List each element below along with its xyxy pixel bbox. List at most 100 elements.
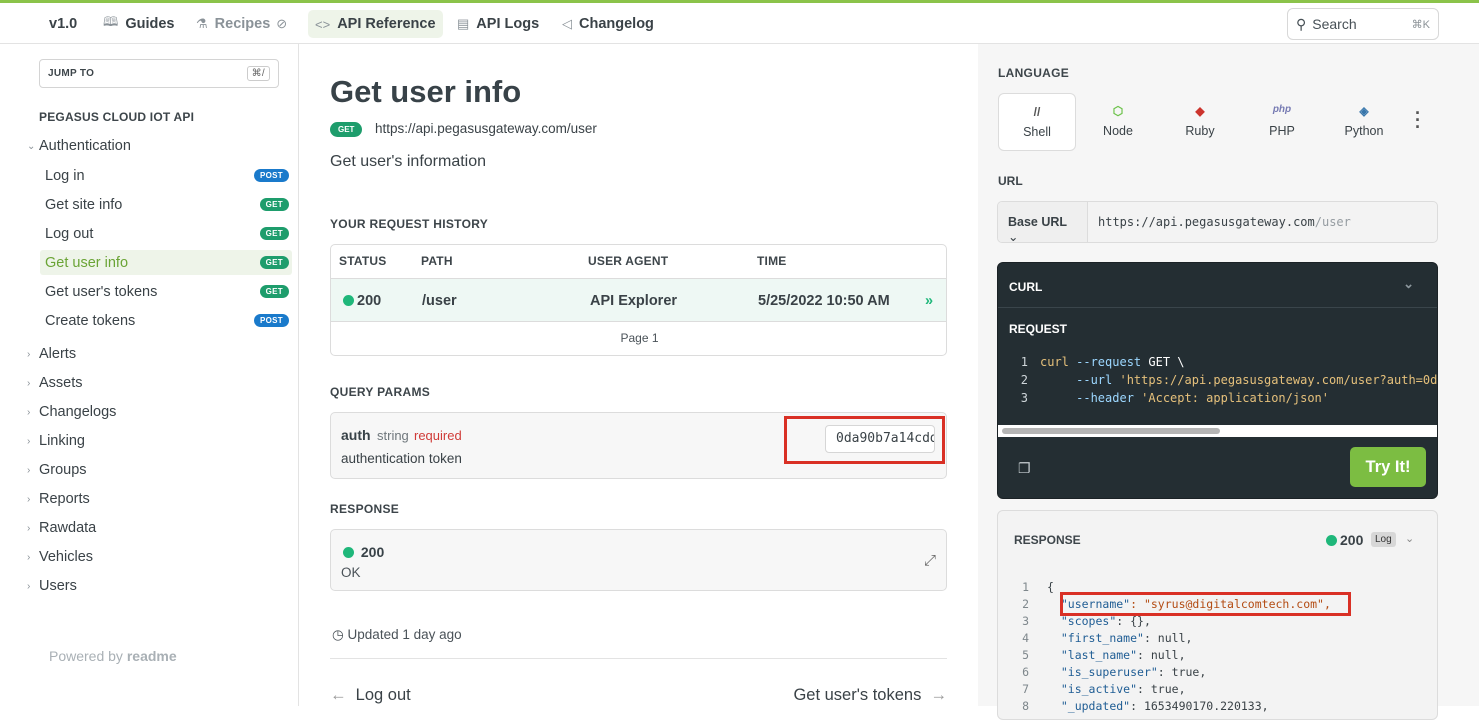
sidebar-section-alerts[interactable]: › Alerts [27,346,76,362]
user-agent-cell: API Explorer [590,293,678,309]
language-tab-node[interactable]: ⬡ Node [1079,93,1157,151]
method-badge: GET [259,285,289,298]
sidebar-section-linking[interactable]: › Linking [27,433,85,449]
sidebar-section-reports[interactable]: › Reports [27,491,90,507]
sidebar-item-get-site-info[interactable]: Get site info GET [40,192,292,217]
chevron-down-icon[interactable]: ⌄ [1405,532,1414,545]
pagination-label: Page 1 [620,331,659,345]
base-url-dropdown[interactable]: Base URL ⌄ [998,202,1088,242]
method-badge: GET [259,198,289,211]
json-line: 7 "is_active": true, [1022,682,1186,696]
megaphone-icon: ◁ [562,16,572,31]
readme-logo-icon: readme [126,648,177,664]
status-dot-icon [1326,535,1337,546]
chevron-right-icon: › [27,580,31,592]
more-options-icon[interactable]: · · · [1415,104,1421,136]
arrow-right-icon: → [930,686,948,704]
sidebar-item-get-user-info[interactable]: Get user info GET [40,250,292,275]
json-line: 4 "first_name": null, [1022,631,1193,645]
code-icon: <> [315,16,331,32]
code-line: 1 curl --request GET \ [1020,355,1185,369]
log-button[interactable]: Log [1371,532,1396,547]
time-cell: 5/25/2022 10:50 AM [758,293,890,309]
scrollbar-thumb[interactable] [1002,428,1220,434]
chevron-right-icon: › [27,551,31,563]
chevron-right-icon: › [27,493,31,505]
language-tab-shell[interactable]: //Shell [998,93,1076,151]
sidebar-section-changelogs[interactable]: › Changelogs [27,404,116,420]
sidebar: JUMP TO ⌘/ PEGASUS CLOUD IOT API ⌄ Authent… [0,44,299,706]
previous-page-link[interactable]: ← Log out [330,686,411,705]
nav-guides[interactable]: 🕮 Guides [96,10,181,38]
status-cell: 200 [343,293,381,309]
disabled-icon: ⊘ [276,16,288,31]
sidebar-section-rawdata[interactable]: › Rawdata [27,520,96,536]
json-line: 5 "last_name": null, [1022,648,1186,662]
response-summary[interactable]: 200 OK ⤢ [330,529,947,591]
jump-to-input[interactable]: JUMP TO ⌘/ [39,59,279,88]
page-title: Get user info [330,74,522,109]
highlight-box [784,416,945,464]
powered-by-readme[interactable]: Powered by readme [49,648,177,664]
language-tab-ruby[interactable]: ◆ Ruby [1161,93,1239,151]
language-tab-php[interactable]: php PHP [1243,93,1321,151]
nav-recipes[interactable]: ⚗ Recipes ⊘ [189,10,301,38]
nav-changelog[interactable]: ◁ Changelog [555,10,661,38]
column-header-path: PATH [421,254,453,268]
nav-api-reference[interactable]: <> API Reference [308,10,443,38]
chevron-right-icon: › [27,464,31,476]
double-chevron-right-icon[interactable]: » [925,293,933,309]
endpoint-url: https://api.pegasusgateway.com/user [375,121,597,136]
request-history-table: STATUS PATH USER AGENT TIME 200 /user AP… [330,244,947,356]
endpoint-description: Get user's information [330,153,487,170]
method-badge: GET [259,256,289,269]
try-it-button[interactable]: Try It! [1350,447,1426,487]
updated-label: ◷ Updated 1 day ago [332,627,462,642]
response-heading: RESPONSE [330,502,400,516]
sidebar-section-vehicles[interactable]: › Vehicles [27,549,93,565]
param-description: authentication token [341,451,462,466]
response-status: 200 [1326,532,1363,548]
sidebar-section-authentication[interactable]: ⌄ Authentication [27,138,131,154]
sidebar-section-groups[interactable]: › Groups [27,462,87,478]
method-badge: GET [330,122,363,137]
chevron-right-icon: › [27,348,31,360]
chevron-down-icon: ⌄ [1403,276,1414,291]
response-status: 200 [343,544,384,560]
sidebar-item-get-users-tokens[interactable]: Get user's tokens GET [40,279,292,304]
sidebar-section-users[interactable]: › Users [27,578,77,594]
code-language-header[interactable]: CURL ⌄ [998,263,1437,308]
horizontal-scrollbar[interactable] [998,425,1437,437]
column-header-user-agent: USER AGENT [588,254,669,268]
search-button[interactable]: ⚲ Search ⌘K [1287,8,1439,40]
main-content: Get user info GET https://api.pegasusgat… [300,44,977,706]
method-badge: POST [254,314,289,327]
response-heading: RESPONSE [1014,533,1081,547]
table-row[interactable]: 200 /user API Explorer 5/25/2022 10:50 A… [331,278,946,322]
method-badge: POST [254,169,289,182]
expand-icon[interactable]: ⤢ [924,552,936,569]
copy-icon[interactable]: ❐ [1018,460,1031,477]
url-bar: Base URL ⌄ https://api.pegasusgateway.co… [997,201,1438,243]
param-required: required [414,428,462,443]
json-line: 8 "_updated": 1653490170.220133, [1022,699,1269,713]
request-history-heading: YOUR REQUEST HISTORY [330,217,489,231]
full-url: https://api.pegasusgateway.com/user [1098,215,1351,229]
api-name: PEGASUS CLOUD IOT API [39,110,195,124]
path-cell: /user [422,293,457,309]
sidebar-item-log-in[interactable]: Log in POST [40,163,292,188]
sidebar-item-log-out[interactable]: Log out GET [40,221,292,246]
sidebar-section-assets[interactable]: › Assets [27,375,83,391]
book-icon: 🕮 [103,14,119,29]
language-tab-python[interactable]: ◈ Python [1325,93,1403,151]
response-status-text: OK [341,565,361,580]
next-page-link[interactable]: Get user's tokens → [793,686,947,705]
flask-icon: ⚗ [196,16,208,31]
code-line: 3 --header 'Accept: application/json' [1020,391,1329,405]
chevron-right-icon: › [27,377,31,389]
sidebar-item-create-tokens[interactable]: Create tokens POST [40,308,292,333]
nav-api-logs[interactable]: ▤ API Logs [450,10,546,38]
python-icon: ◈ [1359,104,1369,118]
version-selector[interactable]: v1.0 [42,10,84,38]
chevron-right-icon: › [27,522,31,534]
